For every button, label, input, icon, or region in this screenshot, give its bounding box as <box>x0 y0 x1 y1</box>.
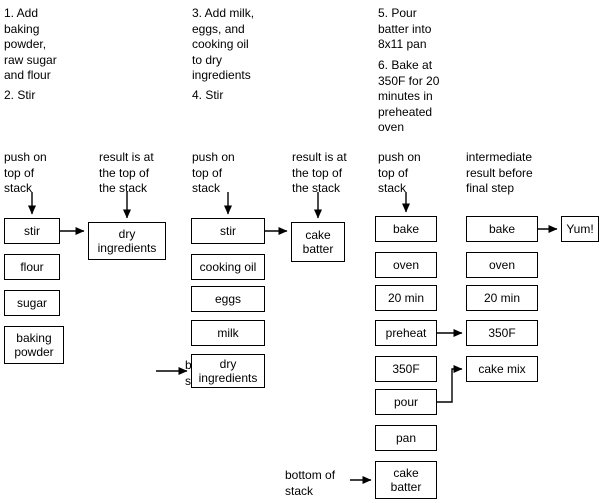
c3-bake: bake <box>375 216 437 242</box>
c2-stir: stir <box>191 218 265 244</box>
label-intermediate-result: intermediate result before final step <box>466 150 533 195</box>
c3-350f: 350F <box>375 356 437 382</box>
c2-eggs: eggs <box>191 286 265 312</box>
step-2: 2. Stir <box>4 88 36 102</box>
step-4: 4. Stir <box>192 88 224 102</box>
label-push-stack-3: push on top of stack <box>378 150 421 195</box>
c5-yum: Yum! <box>561 216 599 242</box>
step-6: 6. Bake at 350F for 20 minutes in prehea… <box>378 58 440 134</box>
c2-milk: milk <box>191 320 265 346</box>
label-result-top-2: result is at the top of the stack <box>292 150 347 195</box>
c2r-cake-batter: cake batter <box>291 222 345 262</box>
c3-cake-batter: cake batter <box>375 461 437 499</box>
c3-pan: pan <box>375 425 437 451</box>
c1-baking-powder: baking powder <box>4 326 64 364</box>
c4-20min: 20 min <box>466 285 538 311</box>
c1-flour: flour <box>4 254 60 280</box>
diagram-canvas: 1. Add baking powder, raw sugar and flou… <box>0 0 601 503</box>
label-push-stack-1: push on top of stack <box>4 150 47 195</box>
c3-preheat: preheat <box>375 320 437 346</box>
bottom-of-stack-3: bottom of stack <box>285 468 336 498</box>
c3-pour: pour <box>375 389 437 415</box>
c2-dry-ingredients: dry ingredients <box>191 354 265 388</box>
label-result-top-1: result is at the top of the stack <box>99 150 154 195</box>
c3-oven: oven <box>375 252 437 278</box>
c4-cake-mix: cake mix <box>466 356 538 382</box>
c4-bake: bake <box>466 216 538 242</box>
c1-stir: stir <box>4 218 60 244</box>
c4-oven: oven <box>466 252 538 278</box>
arrow-pour-to-cakemix <box>437 365 463 403</box>
step-3: 3. Add milk, eggs, and cooking oil to dr… <box>192 6 255 82</box>
c4-350f: 350F <box>466 320 538 346</box>
step-1: 1. Add baking powder, raw sugar and flou… <box>4 6 57 82</box>
c1r-dry-ingredients: dry ingredients <box>88 222 166 260</box>
step-5: 5. Pour batter into 8x11 pan <box>378 6 432 51</box>
c3-20min: 20 min <box>375 285 437 311</box>
c1-sugar: sugar <box>4 290 60 316</box>
c2-cooking-oil: cooking oil <box>191 254 265 280</box>
label-push-stack-2: push on top of stack <box>192 150 235 195</box>
